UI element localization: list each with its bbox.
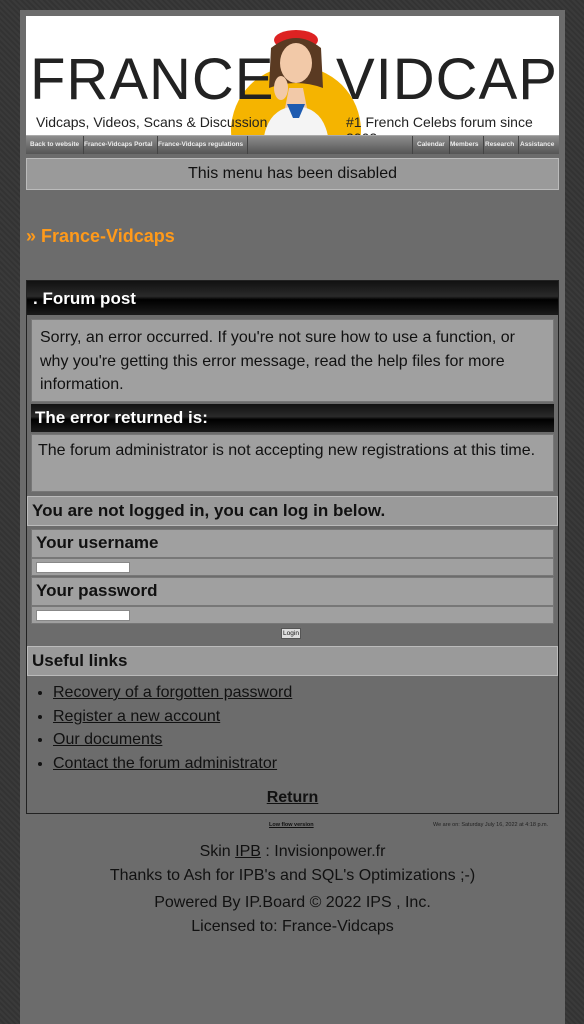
low-flow-link[interactable]: Low flow version: [269, 822, 314, 828]
forum-post-header: . Forum post: [27, 281, 558, 315]
link-recover-password[interactable]: Recovery of a forgotten password: [53, 684, 292, 701]
nav-assistance[interactable]: Assistance: [516, 136, 558, 154]
nav-regulations[interactable]: France-Vidcaps regulations: [154, 136, 249, 154]
username-input[interactable]: [36, 562, 130, 573]
password-input[interactable]: [36, 610, 130, 621]
nav-calendar[interactable]: Calendar: [412, 136, 450, 154]
username-row: [31, 558, 554, 576]
forum-post-title: . Forum post: [33, 289, 136, 308]
login-header: You are not logged in, you can log in be…: [27, 496, 558, 526]
nav-research[interactable]: Research: [481, 136, 520, 154]
username-label: Your username: [31, 529, 554, 558]
return-container: Return: [27, 789, 558, 807]
thanks-credit: Thanks to Ash for IPB's and SQL's Optimi…: [109, 866, 476, 884]
skin-credit: Skin IPB : Invisionpower.fr: [20, 840, 565, 864]
list-item: Recovery of a forgotten password: [53, 681, 292, 705]
menu-disabled-notice: This menu has been disabled: [26, 158, 559, 190]
link-contact-admin[interactable]: Contact the forum administrator: [53, 755, 277, 772]
skin-ipb-link[interactable]: IPB: [235, 843, 261, 860]
powered-by: Powered By IP.Board © 2022 IPS , Inc.: [154, 894, 431, 911]
banner-title-left: FRANCE: [30, 47, 275, 112]
password-row: [31, 606, 554, 624]
skin-prefix: Skin: [199, 843, 236, 860]
site-banner[interactable]: FRANCE VIDCAPS Vidcaps, Videos, Scans & …: [26, 16, 559, 144]
breadcrumb[interactable]: » France-Vidcaps: [26, 226, 175, 247]
list-item: Contact the forum administrator: [53, 752, 292, 776]
page-wrapper: FRANCE VIDCAPS Vidcaps, Videos, Scans & …: [20, 10, 565, 1024]
banner-subtitle-left: Vidcaps, Videos, Scans & Discussion: [36, 114, 268, 130]
skin-suffix: : Invisionpower.fr: [260, 843, 386, 860]
useful-links-header: Useful links: [27, 646, 558, 676]
nav-members[interactable]: Members: [446, 136, 484, 154]
login-button[interactable]: Login: [281, 628, 301, 639]
banner-title-right: VIDCAPS: [336, 47, 559, 112]
footer: Skin IPB : Invisionpower.fr Thanks to As…: [20, 840, 565, 938]
error-returned-header: The error returned is:: [31, 404, 554, 432]
useful-links-list: Recovery of a forgotten password Registe…: [35, 681, 292, 775]
link-register[interactable]: Register a new account: [53, 708, 220, 725]
forum-post-box: . Forum post Sorry, an error occurred. I…: [26, 280, 559, 814]
licensed-to: Licensed to: France-Vidcaps: [191, 917, 394, 935]
date-line: We are on: Saturday July 16, 2022 at 4:1…: [433, 822, 549, 828]
top-nav: Back to website France-Vidcaps Portal Fr…: [26, 135, 559, 154]
return-link[interactable]: Return: [267, 789, 319, 806]
list-item: Register a new account: [53, 705, 292, 729]
nav-back-to-website[interactable]: Back to website: [26, 136, 85, 154]
list-item: Our documents: [53, 728, 292, 752]
error-detail: The forum administrator is not accepting…: [31, 434, 554, 492]
link-documents[interactable]: Our documents: [53, 731, 162, 748]
error-returned-title: The error returned is:: [35, 408, 208, 427]
nav-portal[interactable]: France-Vidcaps Portal: [80, 136, 158, 154]
error-message: Sorry, an error occurred. If you're not …: [31, 319, 554, 402]
password-label: Your password: [31, 577, 554, 606]
